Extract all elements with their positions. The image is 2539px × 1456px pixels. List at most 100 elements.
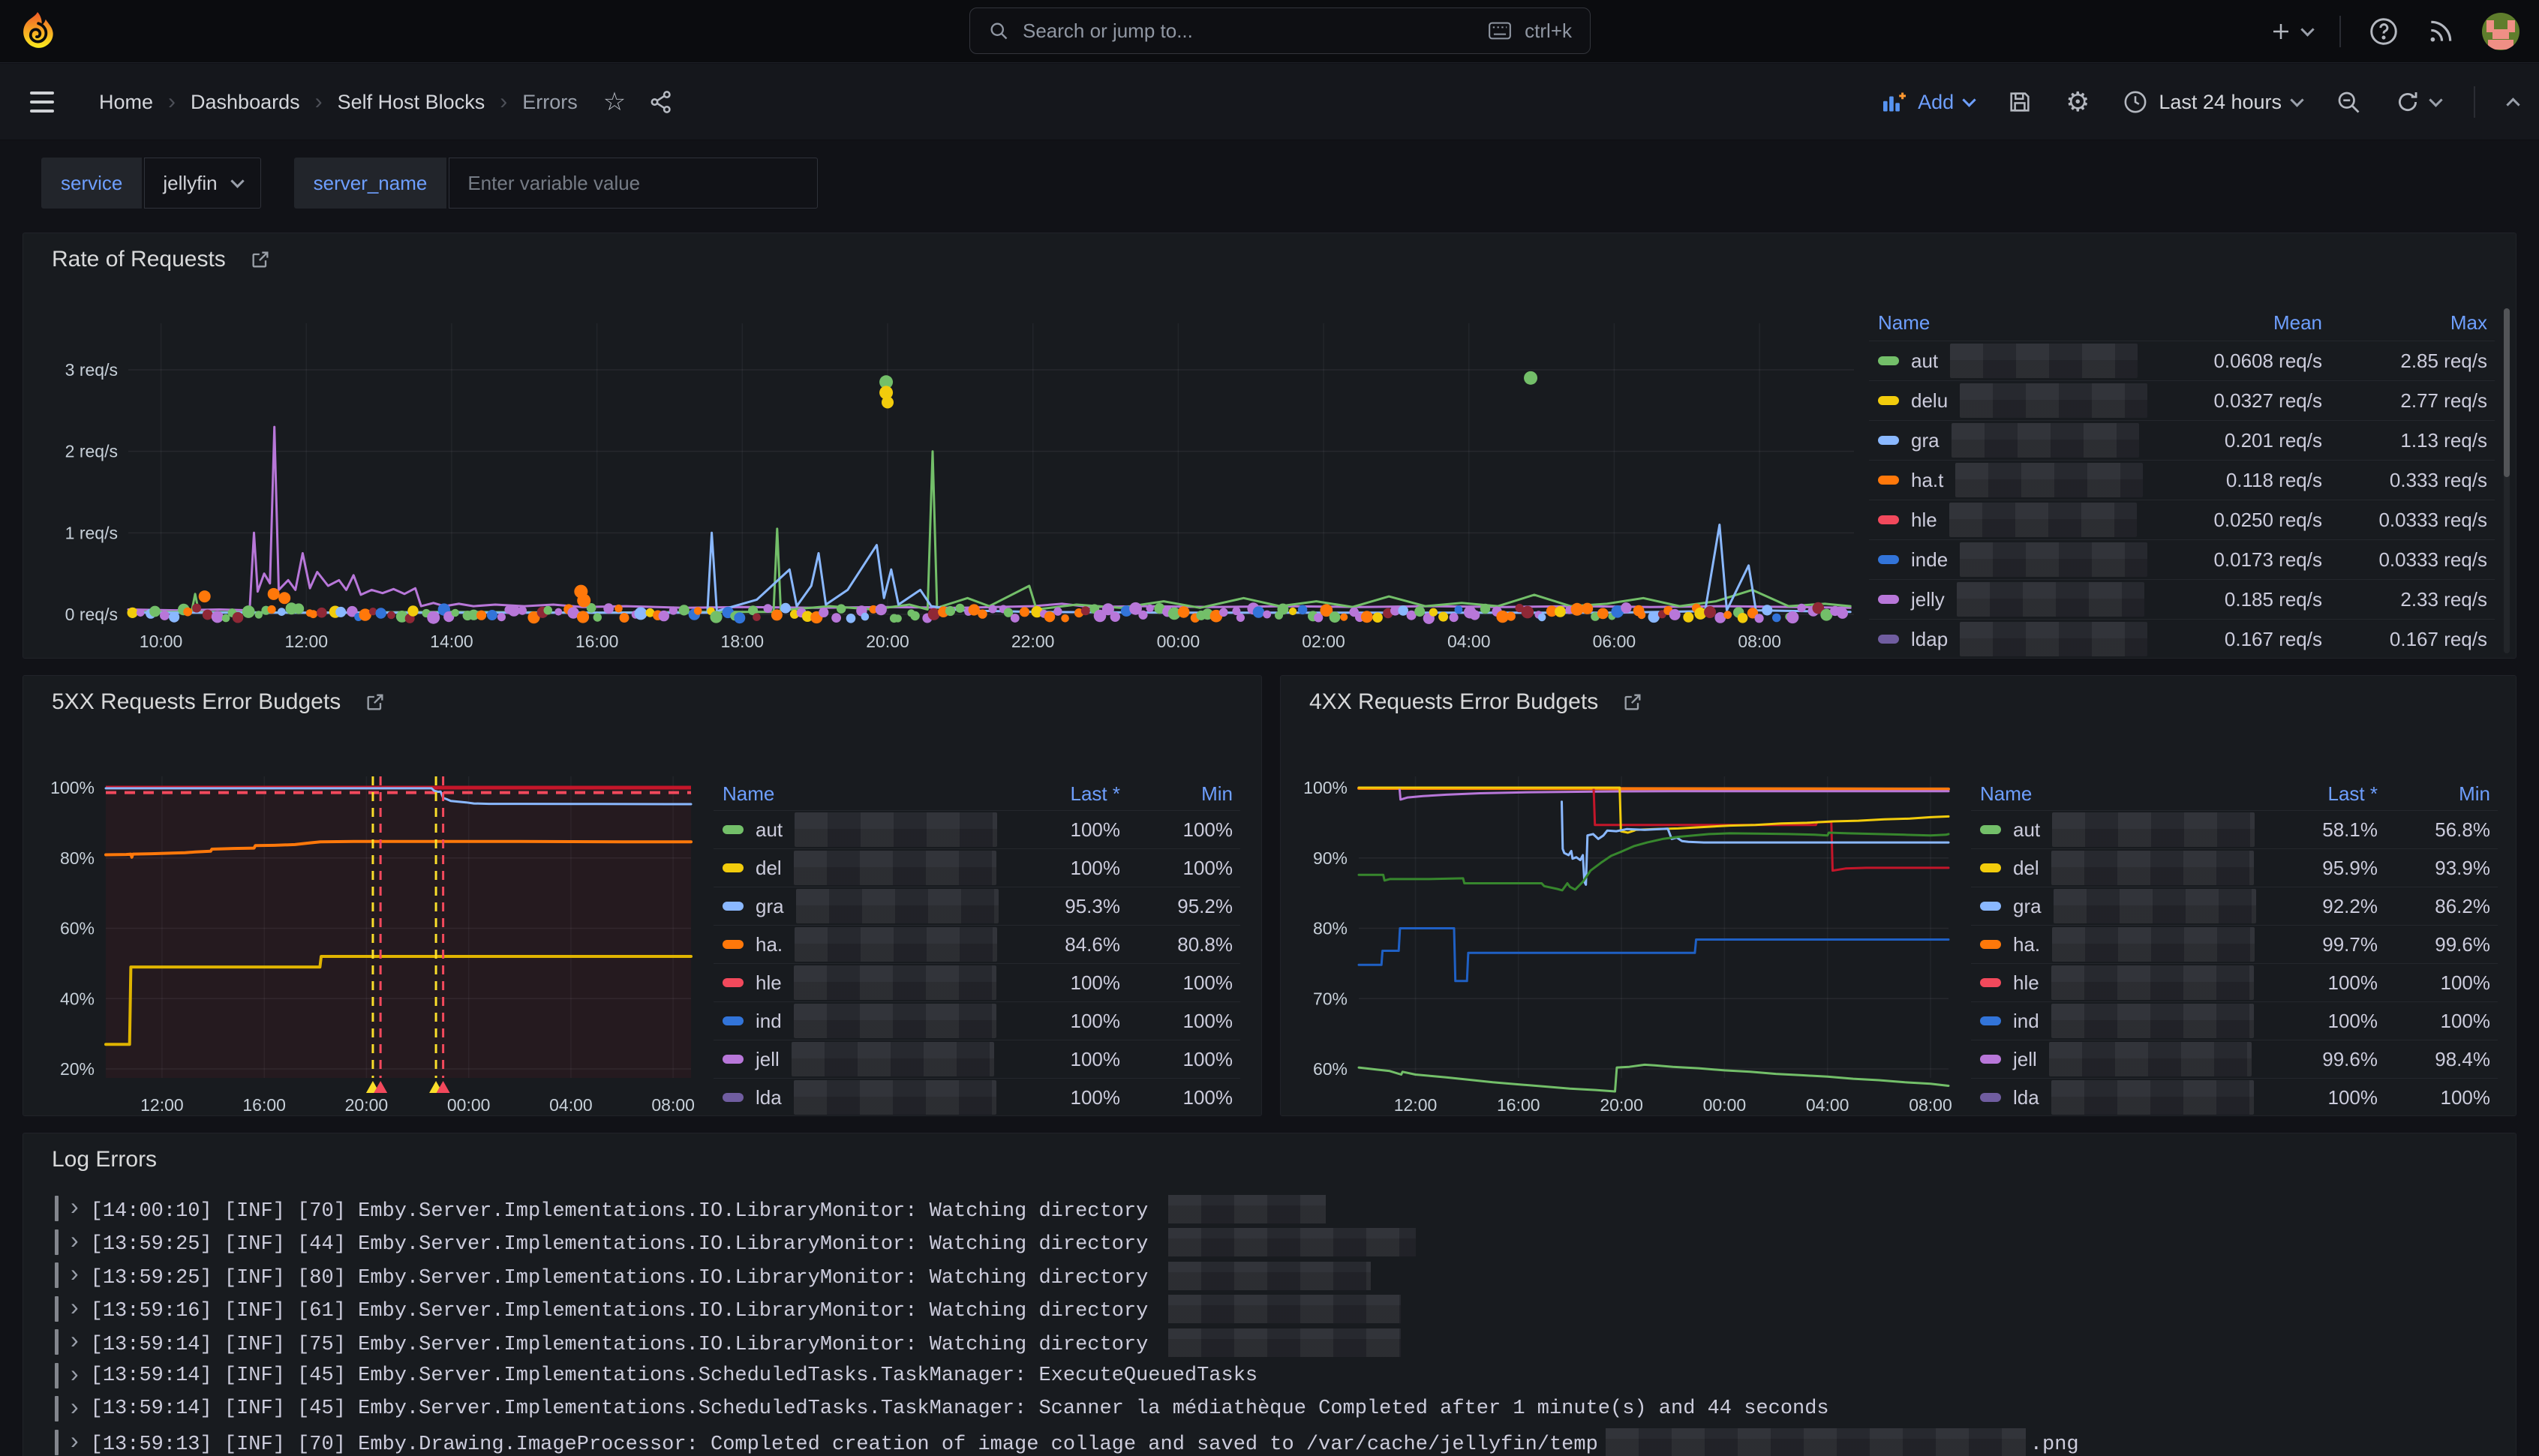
favorite-star-icon[interactable]: ☆ xyxy=(603,87,626,117)
breadcrumb-folder[interactable]: Self Host Blocks xyxy=(338,91,485,114)
log-row[interactable]: ›[13:59:25] [INF] [44] Emby.Server.Imple… xyxy=(55,1226,2493,1259)
external-link-icon[interactable] xyxy=(1622,692,1643,713)
log-expand-icon[interactable]: › xyxy=(71,1394,79,1418)
legend-header-name[interactable]: Name xyxy=(723,782,985,806)
legend-series-name[interactable]: ldap xyxy=(1878,622,2112,656)
legend-header-min[interactable]: Min xyxy=(2378,782,2490,806)
legend-row[interactable]: lda100%100% xyxy=(714,1078,1240,1116)
legend-row[interactable]: jelly0.185 req/s2.33 req/s xyxy=(1869,579,2495,619)
legend-series-name[interactable]: jelly xyxy=(1878,582,2112,617)
variable-server-name-input[interactable] xyxy=(449,158,818,209)
log-expand-icon[interactable]: › xyxy=(71,1228,79,1252)
panel-title[interactable]: 5XX Requests Error Budgets xyxy=(52,689,386,715)
legend-series-name[interactable]: ha. xyxy=(723,927,985,962)
legend-series-name[interactable]: delu xyxy=(1878,383,2112,418)
collapse-toolbar-icon[interactable] xyxy=(2506,98,2519,111)
legend-row[interactable]: lda100%100% xyxy=(1971,1078,2498,1116)
legend-row[interactable]: inde0.0173 req/s0.0333 req/s xyxy=(1869,539,2495,579)
legend-header-name[interactable]: Name xyxy=(1980,782,2243,806)
legend-header-min[interactable]: Min xyxy=(1120,782,1233,806)
add-button[interactable]: Add xyxy=(1882,91,1974,114)
legend-series-name[interactable]: ind xyxy=(1980,1004,2243,1038)
rate-of-requests-chart[interactable]: 0 req/s1 req/s2 req/s3 req/s10:0012:0014… xyxy=(23,287,1869,662)
legend-series-name[interactable]: del xyxy=(723,851,985,885)
legend-series-name[interactable]: inde xyxy=(1878,542,2112,577)
legend-series-name[interactable]: gra xyxy=(1980,889,2243,923)
refresh-picker[interactable] xyxy=(2395,89,2441,115)
legend-row[interactable]: del95.9%93.9% xyxy=(1971,848,2498,887)
legend-row[interactable]: hle100%100% xyxy=(1971,963,2498,1001)
breadcrumb-home[interactable]: Home xyxy=(99,91,153,114)
legend-series-name[interactable]: ha.t xyxy=(1878,463,2112,497)
time-range-picker[interactable]: Last 24 hours xyxy=(2123,89,2302,115)
legend-row[interactable]: hle100%100% xyxy=(714,963,1240,1001)
breadcrumb-dashboards[interactable]: Dashboards xyxy=(191,91,300,114)
legend-series-name[interactable]: jell xyxy=(1980,1042,2243,1076)
legend-series-name[interactable]: jell xyxy=(723,1042,985,1076)
share-icon[interactable] xyxy=(648,89,674,115)
legend-series-name[interactable]: hle xyxy=(1980,965,2243,1000)
legend-series-name[interactable]: lda xyxy=(723,1080,985,1115)
zoom-out-icon[interactable] xyxy=(2335,89,2362,116)
log-row[interactable]: ›[13:59:14] [INF] [75] Emby.Server.Imple… xyxy=(55,1325,2493,1359)
legend-row[interactable]: ind100%100% xyxy=(1971,1001,2498,1040)
menu-toggle-button[interactable] xyxy=(30,87,62,117)
legend-row[interactable]: ind100%100% xyxy=(714,1001,1240,1040)
legend-row[interactable]: hle0.0250 req/s0.0333 req/s xyxy=(1869,500,2495,539)
legend-row[interactable]: del100%100% xyxy=(714,848,1240,887)
legend-scrollbar-thumb[interactable] xyxy=(2504,308,2510,477)
legend-row[interactable]: ha.t0.118 req/s0.333 req/s xyxy=(1869,460,2495,500)
legend-header-mean[interactable]: Mean xyxy=(2112,311,2322,335)
legend-series-name[interactable]: aut xyxy=(1878,344,2112,378)
legend-row[interactable]: gra95.3%95.2% xyxy=(714,887,1240,925)
legend-series-name[interactable]: del xyxy=(1980,851,2243,885)
legend-row[interactable]: aut58.1%56.8% xyxy=(1971,810,2498,848)
log-row[interactable]: ›[14:00:10] [INF] [70] Emby.Server.Imple… xyxy=(55,1192,2493,1226)
legend-header-last[interactable]: Last * xyxy=(985,782,1120,806)
legend-series-name[interactable]: aut xyxy=(1980,812,2243,847)
user-avatar[interactable] xyxy=(2482,13,2519,50)
log-row[interactable]: ›[13:59:25] [INF] [80] Emby.Server.Imple… xyxy=(55,1259,2493,1292)
legend-row[interactable]: gra92.2%86.2% xyxy=(1971,887,2498,925)
legend-series-name[interactable]: hle xyxy=(723,965,985,1000)
log-expand-icon[interactable]: › xyxy=(71,1295,79,1319)
log-row[interactable]: ›[13:59:14] [INF] [45] Emby.Server.Imple… xyxy=(55,1392,2493,1426)
legend-row[interactable]: delu0.0327 req/s2.77 req/s xyxy=(1869,380,2495,420)
legend-series-name[interactable]: aut xyxy=(723,812,985,847)
log-expand-icon[interactable]: › xyxy=(71,1328,79,1352)
panel-title[interactable]: Log Errors xyxy=(52,1147,157,1172)
5xx-error-budget-chart[interactable]: 20%40%60%80%100%12:0016:0020:0000:0004:0… xyxy=(23,713,744,1118)
legend-row[interactable]: ldap0.167 req/s0.167 req/s xyxy=(1869,619,2495,659)
legend-header-last[interactable]: Last * xyxy=(2243,782,2378,806)
new-button[interactable] xyxy=(2270,20,2312,43)
panel-title[interactable]: 4XX Requests Error Budgets xyxy=(1309,689,1643,715)
search-input[interactable]: Search or jump to... ctrl+k xyxy=(969,8,1591,54)
log-row[interactable]: ›[13:59:16] [INF] [61] Emby.Server.Imple… xyxy=(55,1292,2493,1326)
legend-series-name[interactable]: lda xyxy=(1980,1080,2243,1115)
legend-row[interactable]: aut100%100% xyxy=(714,810,1240,848)
legend-row[interactable]: aut0.0608 req/s2.85 req/s xyxy=(1869,341,2495,380)
legend-row[interactable]: jell100%100% xyxy=(714,1040,1240,1078)
save-dashboard-icon[interactable] xyxy=(2007,89,2033,115)
legend-row[interactable]: ha.84.6%80.8% xyxy=(714,925,1240,963)
help-icon[interactable] xyxy=(2368,16,2399,47)
4xx-error-budget-chart[interactable]: 60%70%80%90%100%12:0016:0020:0000:0004:0… xyxy=(1281,713,2001,1118)
legend-series-name[interactable]: gra xyxy=(723,889,985,923)
legend-header-max[interactable]: Max xyxy=(2322,311,2487,335)
variable-service-value[interactable]: jellyfin xyxy=(144,158,260,209)
external-link-icon[interactable] xyxy=(250,249,271,270)
legend-row[interactable]: ha.99.7%99.6% xyxy=(1971,925,2498,963)
grafana-logo[interactable] xyxy=(17,11,59,53)
legend-series-name[interactable]: ind xyxy=(723,1004,985,1038)
external-link-icon[interactable] xyxy=(365,692,386,713)
legend-series-name[interactable]: hle xyxy=(1878,503,2112,537)
log-expand-icon[interactable]: › xyxy=(71,1428,79,1452)
legend-series-name[interactable]: gra xyxy=(1878,423,2112,458)
legend-header-name[interactable]: Name xyxy=(1878,311,2112,335)
legend-row[interactable]: gra0.201 req/s1.13 req/s xyxy=(1869,420,2495,460)
news-rss-icon[interactable] xyxy=(2426,17,2455,46)
log-expand-icon[interactable]: › xyxy=(71,1261,79,1285)
panel-title[interactable]: Rate of Requests xyxy=(52,247,271,272)
dashboard-settings-icon[interactable]: ⚙ xyxy=(2066,89,2090,116)
legend-series-name[interactable]: ha. xyxy=(1980,927,2243,962)
